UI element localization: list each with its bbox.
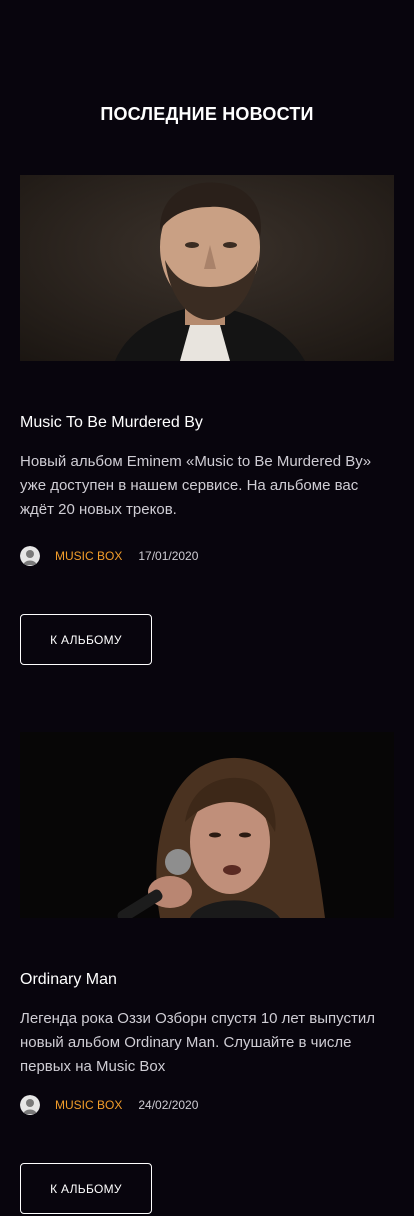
section-title: ПОСЛЕДНИЕ НОВОСТИ bbox=[100, 104, 314, 124]
to-album-button[interactable]: К АЛЬБОМУ bbox=[20, 1163, 152, 1214]
news-card: Music To Be Murdered By Новый альбом Emi… bbox=[20, 175, 394, 667]
article-title[interactable]: Music To Be Murdered By bbox=[20, 413, 203, 433]
news-card: Ordinary Man Легенда рока Оззи Озборн сп… bbox=[20, 732, 394, 1216]
article-date: 24/02/2020 bbox=[138, 1098, 199, 1112]
article-description: Новый альбом Eminem «Music to Be Murdere… bbox=[20, 453, 372, 518]
article-meta: MUSIC BOX 24/02/2020 bbox=[20, 1095, 198, 1115]
article-image[interactable] bbox=[20, 732, 394, 918]
to-album-button[interactable]: К АЛЬБОМУ bbox=[20, 614, 152, 665]
article-title[interactable]: Ordinary Man bbox=[20, 970, 117, 990]
article-meta: MUSIC BOX 17/01/2020 bbox=[20, 546, 198, 566]
article-description: Легенда рока Оззи Озборн спустя 10 лет в… bbox=[20, 1010, 376, 1075]
author-name[interactable]: MUSIC BOX bbox=[55, 549, 122, 563]
article-image[interactable] bbox=[20, 175, 394, 361]
author-avatar bbox=[20, 546, 40, 566]
author-avatar bbox=[20, 1095, 40, 1115]
author-name[interactable]: MUSIC BOX bbox=[55, 1098, 122, 1112]
article-date: 17/01/2020 bbox=[138, 549, 199, 563]
